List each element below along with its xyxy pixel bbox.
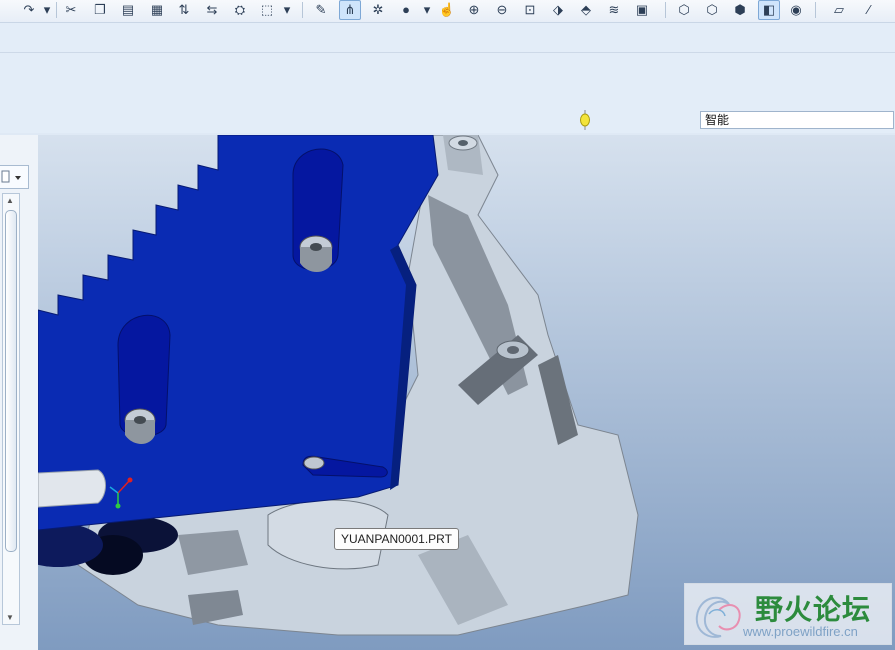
- layers-icon[interactable]: ≋: [605, 1, 623, 19]
- spotlight-icon[interactable]: ◉: [787, 1, 805, 19]
- paste-icon[interactable]: ▤: [119, 1, 137, 19]
- datum-axis-icon[interactable]: ⁄: [860, 1, 878, 19]
- shaded-icon[interactable]: ◧: [758, 0, 780, 20]
- find-icon[interactable]: ⛭: [231, 1, 249, 19]
- toolbar-separator: [56, 2, 57, 18]
- regenerate-manager-icon[interactable]: ⇆: [203, 1, 221, 19]
- shading-icon[interactable]: ●: [397, 1, 415, 19]
- reorient-icon[interactable]: ⬗: [549, 1, 567, 19]
- model-tree-scrollbar[interactable]: ▲ ▼: [2, 193, 20, 625]
- select-box-icon[interactable]: ⬚: [258, 1, 276, 19]
- watermark-title: 野火论坛: [755, 593, 872, 626]
- cut-icon[interactable]: ✂: [62, 1, 80, 19]
- watermark-url: www.proewildfire.cn: [743, 624, 858, 639]
- scroll-down-icon[interactable]: ▼: [6, 613, 14, 622]
- redo-icon[interactable]: ↷: [20, 1, 38, 19]
- regenerate-icon[interactable]: ⇅: [175, 1, 193, 19]
- watermark-logo-icon: [695, 596, 741, 638]
- spin-center-icon[interactable]: ✲: [369, 1, 387, 19]
- band-divider: [0, 52, 895, 53]
- hidden-line-icon[interactable]: ⬡: [703, 1, 721, 19]
- forum-watermark: 野火论坛 www.proewildfire.cn: [684, 583, 892, 645]
- zoom-out-icon[interactable]: ⊖: [493, 1, 511, 19]
- model-tree-dropdown[interactable]: [0, 165, 29, 189]
- zoom-in-icon[interactable]: ⊕: [465, 1, 483, 19]
- paste-special-icon[interactable]: ▦: [148, 1, 166, 19]
- sketch-icon[interactable]: ✎: [312, 1, 330, 19]
- scrollbar-thumb[interactable]: [5, 210, 17, 552]
- toolbar-separator: [302, 2, 303, 18]
- main-toolbar: ↷ ▾ ✂ ❐ ▤ ▦ ⇅ ⇆ ⛭ ⬚ ▾ ✎ ⋔ ✲ ● ▾ ☝ ⊕ ⊖ ⊡ …: [0, 0, 895, 23]
- graphics-window[interactable]: [38, 135, 895, 650]
- appearance-icon[interactable]: ▣: [633, 1, 651, 19]
- toolbar-separator: [665, 2, 666, 18]
- status-light-icon[interactable]: [579, 110, 591, 130]
- datum-plane-icon[interactable]: ▱: [830, 1, 848, 19]
- redo-dropdown-icon[interactable]: ▾: [38, 1, 56, 19]
- select-dropdown-icon[interactable]: ▾: [278, 1, 296, 19]
- refit-icon[interactable]: ⊡: [521, 1, 539, 19]
- cad-model: [38, 135, 639, 636]
- model-tooltip: YUANPAN0001.PRT: [334, 528, 459, 550]
- toolbar-separator: [815, 2, 816, 18]
- copy-icon[interactable]: ❐: [91, 1, 109, 19]
- scroll-up-icon[interactable]: ▲: [6, 196, 14, 205]
- selection-filter-field[interactable]: 智能: [700, 111, 894, 129]
- saved-views-icon[interactable]: ⬘: [577, 1, 595, 19]
- document-icon: [1, 170, 21, 183]
- shading-dropdown-icon[interactable]: ▾: [418, 1, 436, 19]
- wireframe-icon[interactable]: ⬡: [675, 1, 693, 19]
- datum-icon[interactable]: ⋔: [339, 0, 361, 20]
- no-hidden-icon[interactable]: ⬢: [731, 1, 749, 19]
- pan-icon[interactable]: ☝: [438, 1, 456, 19]
